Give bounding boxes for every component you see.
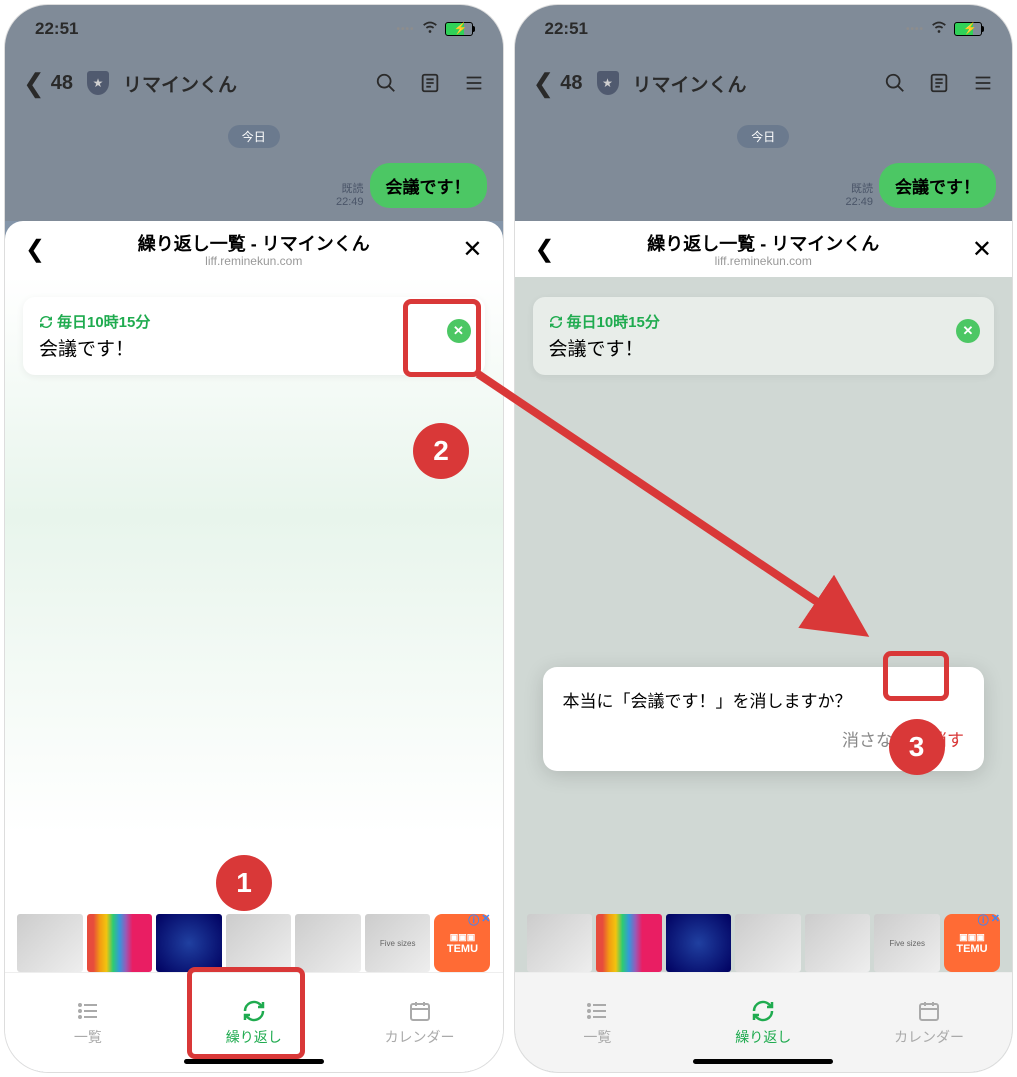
ad-thumb[interactable] — [17, 914, 83, 972]
ad-banner[interactable]: Five sizes ⓘ✕ ▣▣▣ TEMU — [17, 914, 491, 972]
chat-area: 今日 既読 22:49 会議です！ — [5, 113, 503, 221]
phone-right: 22:51 •••• ⚡ ❮ 48 ★ リマインくん 今日 既読 2 — [514, 4, 1014, 1073]
ad-temu[interactable]: ⓘ✕ ▣▣▣ TEMU — [434, 914, 490, 972]
reminder-text: 会議です！ — [39, 334, 469, 361]
nav-repeat[interactable]: 繰り返し — [680, 973, 846, 1072]
message-bubble[interactable]: 会議です！ — [370, 163, 487, 208]
battery-icon: ⚡ — [954, 22, 982, 36]
nav-repeat[interactable]: 繰り返し — [171, 973, 337, 1072]
repeat-icon — [240, 999, 268, 1023]
delete-reminder-icon[interactable]: ✕ — [956, 319, 980, 343]
chat-area: 今日 既読 22:49 会議です！ — [515, 113, 1013, 221]
nav-list[interactable]: 一覧 — [5, 973, 171, 1072]
date-pill: 今日 — [228, 125, 280, 148]
ad-thumb[interactable]: Five sizes — [365, 914, 431, 972]
nav-calendar[interactable]: カレンダー — [337, 973, 503, 1072]
reminder-card[interactable]: 毎日10時15分 会議です！ ✕ — [23, 297, 485, 375]
ad-thumb[interactable]: Five sizes — [874, 914, 940, 972]
liff-url: liff.reminekun.com — [55, 254, 453, 268]
liff-url: liff.reminekun.com — [565, 254, 963, 268]
liff-sheet: ❮ 繰り返し一覧 - リマインくん liff.reminekun.com ✕ 毎… — [515, 221, 1013, 1072]
reminder-schedule: 毎日10時15分 — [39, 311, 469, 332]
delete-button[interactable]: 消す — [930, 726, 964, 751]
calendar-icon — [406, 999, 434, 1023]
repeat-icon — [39, 315, 53, 329]
ad-thumb[interactable] — [295, 914, 361, 972]
ad-thumb[interactable] — [805, 914, 871, 972]
message-bubble[interactable]: 会議です！ — [879, 163, 996, 208]
message-meta: 既読 22:49 — [845, 180, 873, 208]
liff-title: 繰り返し一覧 - リマインくん — [55, 230, 453, 256]
nav-list[interactable]: 一覧 — [515, 973, 681, 1072]
repeat-icon — [749, 999, 777, 1023]
liff-back-icon[interactable]: ❮ — [25, 235, 55, 264]
reminder-text: 会議です！ — [549, 334, 979, 361]
close-icon[interactable]: ✕ — [962, 235, 992, 264]
ad-close-icon[interactable]: ✕ — [481, 912, 490, 928]
repeat-icon — [549, 315, 563, 329]
ad-banner[interactable]: Five sizes ⓘ✕ ▣▣▣ TEMU — [527, 914, 1001, 972]
ad-thumb[interactable] — [87, 914, 153, 972]
ad-thumb[interactable] — [596, 914, 662, 972]
reminder-card[interactable]: 毎日10時15分 会議です！ ✕ — [533, 297, 995, 375]
bottom-nav: 一覧 繰り返し カレンダー — [5, 972, 503, 1072]
cancel-button[interactable]: 消さない — [842, 726, 910, 751]
liff-title: 繰り返し一覧 - リマインくん — [565, 230, 963, 256]
ad-thumb[interactable] — [226, 914, 292, 972]
reminder-schedule: 毎日10時15分 — [549, 311, 979, 332]
message-meta: 既読 22:49 — [336, 180, 364, 208]
ad-info-icon[interactable]: ⓘ — [978, 912, 989, 928]
ad-thumb[interactable] — [527, 914, 593, 972]
bottom-nav: 一覧 繰り返し カレンダー — [515, 972, 1013, 1072]
close-icon[interactable]: ✕ — [453, 235, 483, 264]
list-icon — [74, 999, 102, 1023]
battery-icon: ⚡ — [445, 22, 473, 36]
ad-temu[interactable]: ⓘ✕ ▣▣▣ TEMU — [944, 914, 1000, 972]
confirm-dialog: 本当に「会議です！」を消しますか？ 消さない 消す — [543, 667, 985, 771]
ad-info-icon[interactable]: ⓘ — [468, 912, 479, 928]
list-icon — [583, 999, 611, 1023]
ad-thumb[interactable] — [156, 914, 222, 972]
confirm-message: 本当に「会議です！」を消しますか？ — [563, 687, 965, 712]
liff-back-icon[interactable]: ❮ — [535, 235, 565, 264]
ad-close-icon[interactable]: ✕ — [991, 912, 1000, 928]
date-pill: 今日 — [737, 125, 789, 148]
delete-reminder-icon[interactable]: ✕ — [447, 319, 471, 343]
ad-thumb[interactable] — [735, 914, 801, 972]
home-indicator[interactable] — [184, 1059, 324, 1064]
phone-left: 22:51 •••• ⚡ ❮ 48 ★ リマインくん 今日 既読 2 — [4, 4, 504, 1073]
calendar-icon — [915, 999, 943, 1023]
home-indicator[interactable] — [693, 1059, 833, 1064]
ad-thumb[interactable] — [666, 914, 732, 972]
liff-sheet: ❮ 繰り返し一覧 - リマインくん liff.reminekun.com ✕ 毎… — [5, 221, 503, 1072]
nav-calendar[interactable]: カレンダー — [846, 973, 1012, 1072]
